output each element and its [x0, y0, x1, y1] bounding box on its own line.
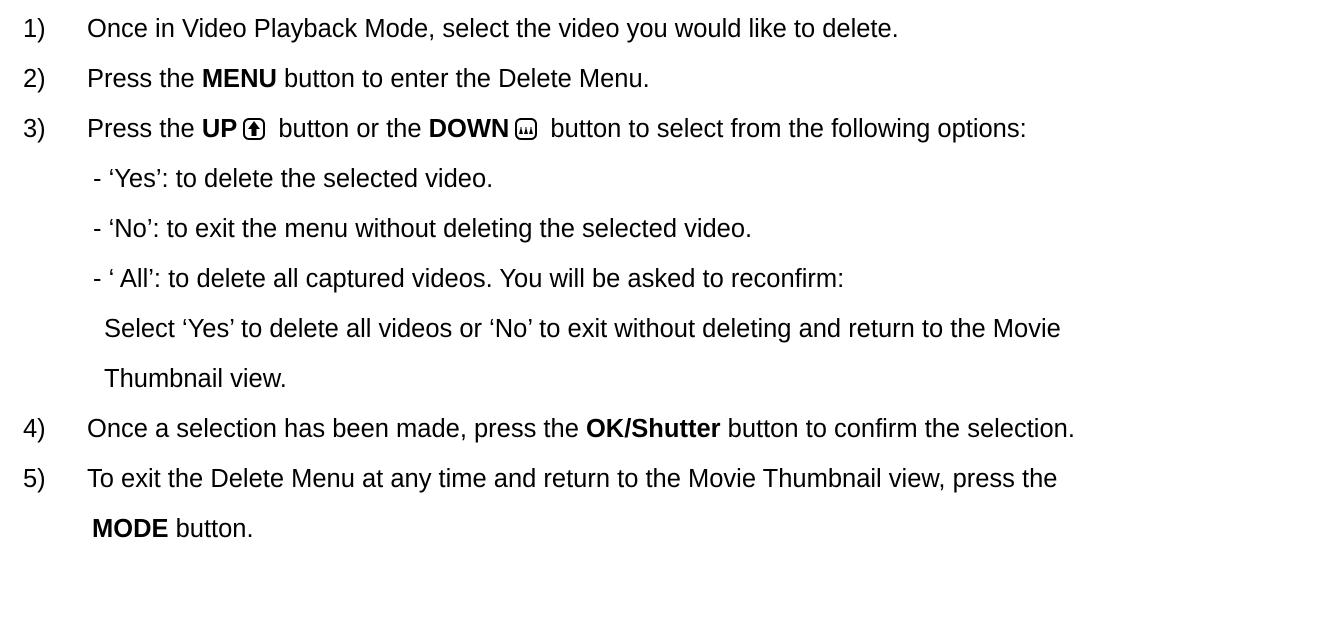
down-button-label: DOWN — [428, 115, 510, 143]
ok-shutter-button-label: OK/Shutter — [585, 415, 721, 443]
step-number: 4) — [23, 415, 46, 443]
step-text: Once in Video Playback Mode, select the … — [87, 15, 899, 43]
up-arrow-icon — [243, 118, 266, 140]
step-text-post: button to enter the Delete Menu. — [276, 65, 650, 93]
mode-button-label: MODE — [92, 515, 169, 543]
continuation-text: Thumbnail view. — [104, 365, 287, 393]
step-text-pre: Press the — [87, 65, 202, 93]
step-text-post: button to confirm the selection. — [720, 415, 1075, 443]
step-text: Once a selection has been made, press th… — [87, 409, 1075, 449]
step-text: MODE button. — [92, 509, 254, 549]
step-text-post: button. — [168, 515, 254, 543]
option-text: - ‘Yes’: to delete the selected video. — [93, 165, 494, 193]
option-text: - ‘ All’: to delete all captured videos.… — [93, 265, 845, 293]
menu-button-label: MENU — [201, 65, 277, 93]
step-text-mid: button or the — [271, 115, 429, 143]
step-number: 5) — [23, 465, 46, 493]
step-text: Press the UP button or the DOWN button t… — [87, 109, 1027, 149]
continuation-text: Select ‘Yes’ to delete all videos or ‘No… — [104, 315, 1061, 343]
step-text-post: button to select from the following opti… — [543, 115, 1027, 143]
step-number: 1) — [23, 15, 46, 43]
down-mountains-icon — [515, 118, 538, 140]
step-text-pre: Press the — [87, 115, 202, 143]
option-text: - ‘No’: to exit the menu without deletin… — [93, 215, 753, 243]
step-text: Press the MENU button to enter the Delet… — [87, 59, 650, 99]
step-number: 3) — [23, 115, 46, 143]
step-number: 2) — [23, 65, 46, 93]
up-button-label: UP — [201, 115, 238, 143]
step-text-pre: Once a selection has been made, press th… — [87, 415, 586, 443]
step-text: To exit the Delete Menu at any time and … — [87, 465, 1058, 493]
